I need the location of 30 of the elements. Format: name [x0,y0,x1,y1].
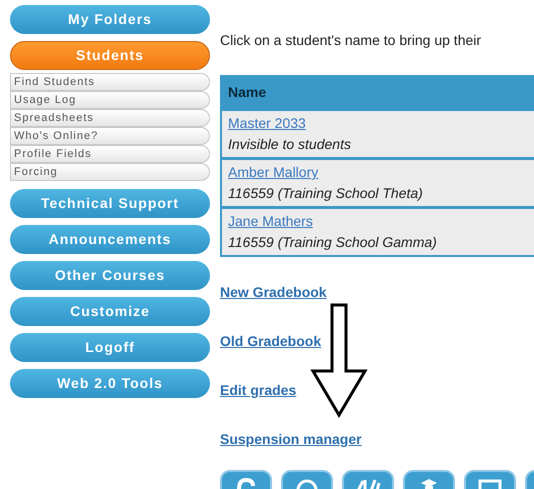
page-link[interactable]: Old Gradebook [220,331,322,352]
student-detail: 116559 (Training School Gamma) [228,233,438,252]
nav-button[interactable]: Students [10,41,210,70]
nav-button[interactable]: Announcements [10,225,210,254]
nav-button[interactable]: Logoff [10,333,210,362]
column-header: Name [227,83,268,102]
submenu-item[interactable]: Forcing [10,163,210,181]
tools-icon [355,477,381,489]
window-icon [477,477,503,489]
submenu-item[interactable]: Profile Fields [10,145,210,163]
instruction-text: Click on a student's name to bring up their [220,31,482,50]
submenu-item[interactable]: Usage Log [10,91,210,109]
student-link[interactable]: Jane Mathers [228,211,313,232]
nav-button[interactable]: My Folders [10,5,210,34]
student-link[interactable]: Master 2033 [228,113,306,134]
submenu-item[interactable]: Who's Online? [10,127,210,145]
question-icon [235,477,257,489]
nav-button[interactable]: Customize [10,297,210,326]
student-detail: Invisible to students [228,135,352,154]
nav-button[interactable]: Web 2.0 Tools [10,369,210,398]
nav-button[interactable]: Other Courses [10,261,210,290]
student-detail: 116559 (Training School Theta) [228,184,424,203]
page-link[interactable]: Edit grades [220,380,296,401]
submenu-item[interactable]: Find Students [10,73,210,91]
page-link[interactable]: New Gradebook [220,282,327,303]
student-link[interactable]: Amber Mallory [228,162,318,183]
page-link[interactable]: Suspension manager [220,429,362,450]
submenu-item[interactable]: Spreadsheets [10,109,210,127]
nav-button[interactable]: Technical Support [10,189,210,218]
search-icon [295,477,319,489]
